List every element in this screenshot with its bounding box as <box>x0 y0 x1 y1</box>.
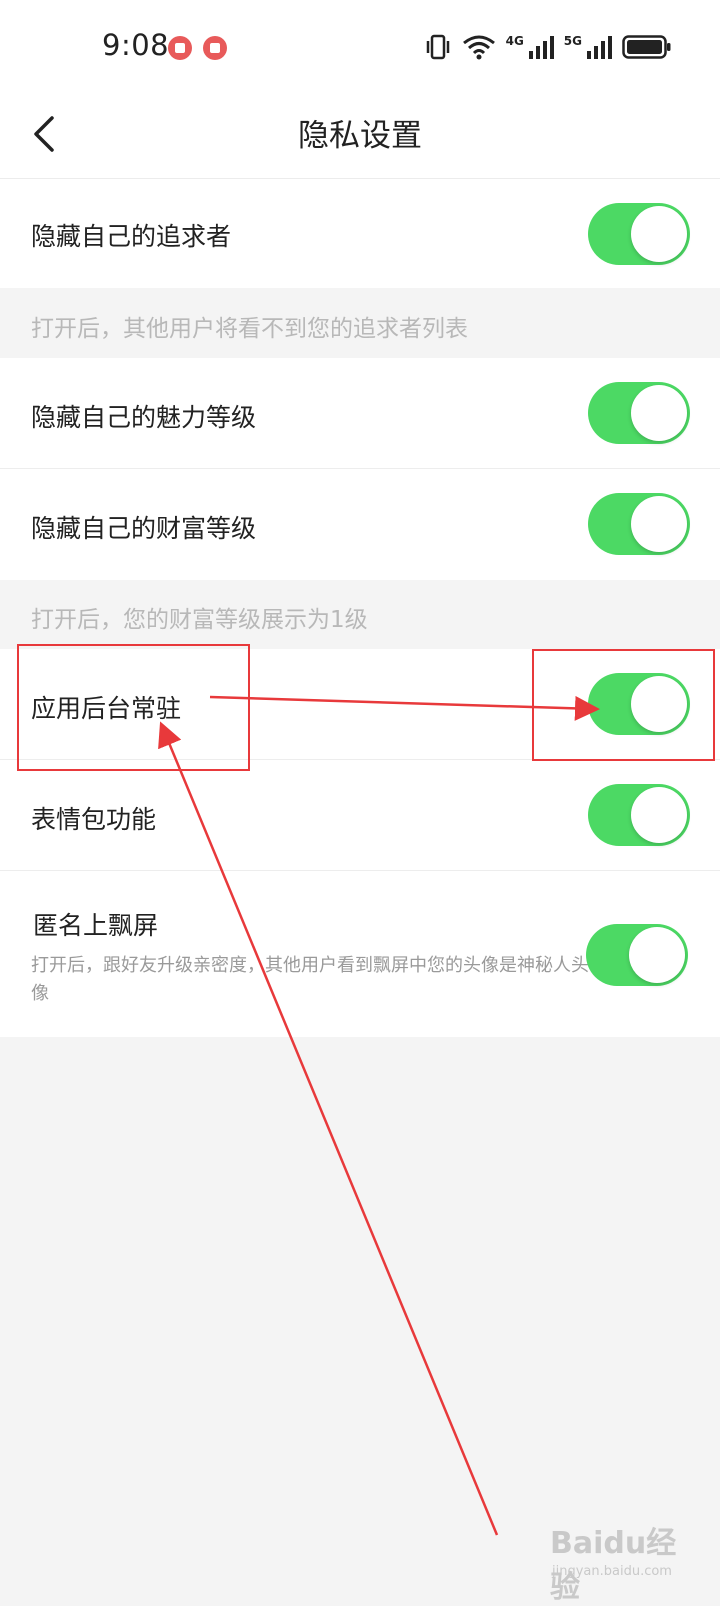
setting-row-anonymous-screen-float: 匿名上飘屏 打开后，跟好友升级亲密度，其他用户看到飘屏中您的头像是神秘人头像 <box>0 871 720 1037</box>
toggle-sticker-feature[interactable] <box>588 784 690 846</box>
toggle-knob <box>631 676 687 732</box>
signal-icon <box>528 36 554 59</box>
network-label-4g: 4G <box>505 34 524 48</box>
status-time: 9:08 <box>102 28 170 62</box>
toggle-knob <box>631 385 687 441</box>
status-icons: 4G 5G <box>424 32 672 62</box>
setting-row-hide-charm-level: 隐藏自己的魅力等级 <box>0 358 720 469</box>
toggle-app-background-resident[interactable] <box>588 673 690 735</box>
watermark-main: Baidu经验 <box>550 1526 677 1605</box>
setting-description: 打开后，跟好友升级亲密度，其他用户看到飘屏中您的头像是神秘人头像 <box>31 955 589 1004</box>
setting-label: 隐藏自己的魅力等级 <box>31 403 257 432</box>
page-title: 隐私设置 <box>298 118 422 154</box>
notification-app-icon <box>168 36 192 60</box>
setting-label: 匿名上飘屏 <box>33 911 159 940</box>
toggle-hide-wealth-level[interactable] <box>588 493 690 555</box>
toggle-knob <box>631 787 687 843</box>
network-label-5g: 5G <box>563 34 582 48</box>
hint-wealth: 打开后，您的财富等级展示为1级 <box>0 580 720 649</box>
toggle-hide-pursuers[interactable] <box>588 203 690 265</box>
toggle-knob <box>629 927 685 983</box>
setting-row-sticker-feature: 表情包功能 <box>0 760 720 871</box>
setting-label: 隐藏自己的追求者 <box>31 222 232 251</box>
setting-row-hide-wealth-level: 隐藏自己的财富等级 <box>0 469 720 580</box>
status-bar: 9:08 4G 5G <box>0 0 720 90</box>
watermark-sub: jingyan.baidu.com <box>552 1564 672 1579</box>
toggle-hide-charm-level[interactable] <box>588 382 690 444</box>
setting-label: 表情包功能 <box>31 805 157 834</box>
vibrate-icon <box>426 34 449 60</box>
signal-icon-2 <box>587 36 612 59</box>
hint-pursuers: 打开后，其他用户将看不到您的追求者列表 <box>0 288 720 358</box>
setting-row-hide-pursuers: 隐藏自己的追求者 <box>0 179 720 288</box>
notification-app-icon-2 <box>203 36 227 60</box>
toggle-anonymous-screen-float[interactable] <box>586 924 688 986</box>
wifi-icon <box>462 35 495 60</box>
toggle-knob <box>631 206 687 262</box>
battery-icon <box>622 35 671 59</box>
toggle-knob <box>631 496 687 552</box>
hint-text: 打开后，其他用户将看不到您的追求者列表 <box>31 316 468 342</box>
watermark-logo: Baidu经验 jingyan.baidu.com <box>550 1518 700 1605</box>
setting-label: 隐藏自己的财富等级 <box>31 514 257 543</box>
setting-row-app-background-resident: 应用后台常驻 <box>0 649 720 760</box>
header: 隐私设置 <box>0 90 720 179</box>
setting-label: 应用后台常驻 <box>31 694 182 723</box>
hint-text: 打开后，您的财富等级展示为1级 <box>31 607 368 633</box>
